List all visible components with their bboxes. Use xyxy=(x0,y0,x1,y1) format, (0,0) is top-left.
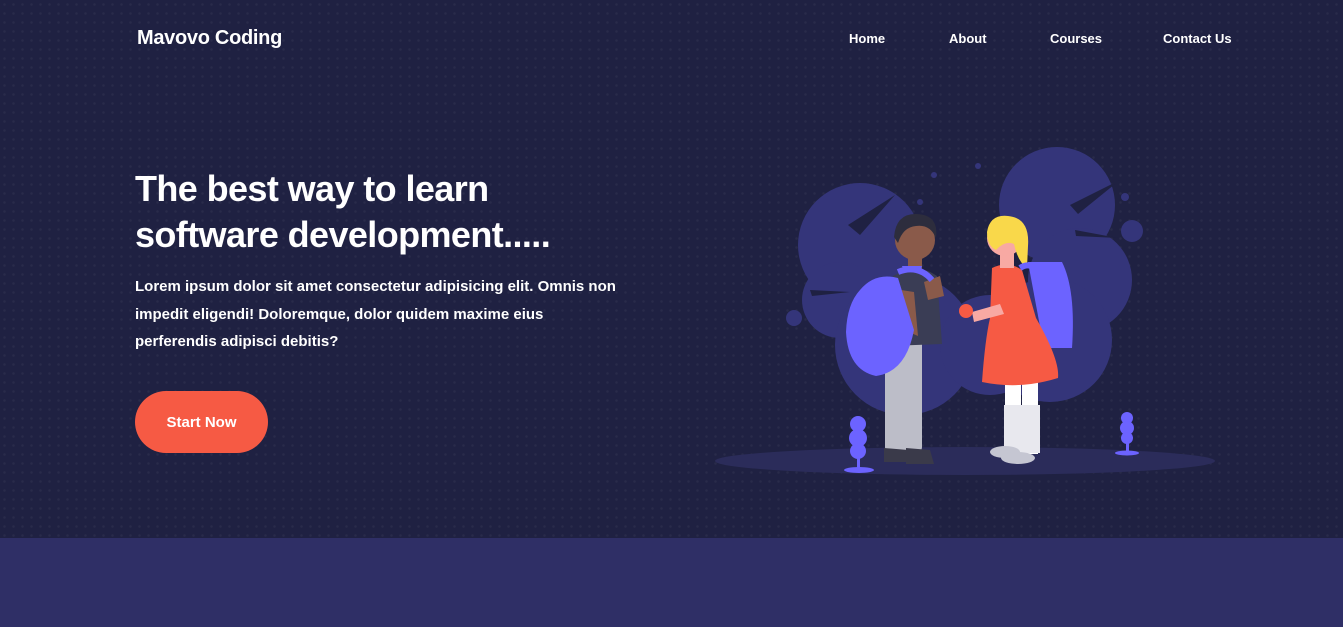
plant-right xyxy=(1115,412,1139,456)
ground-shadow xyxy=(715,447,1215,475)
next-section xyxy=(0,538,1343,627)
nav-contact-link[interactable]: Contact Us xyxy=(1163,31,1232,46)
nav-courses-link[interactable]: Courses xyxy=(1050,31,1102,46)
students-illustration xyxy=(715,147,1215,475)
hero-description: Lorem ipsum dolor sit amet consectetur a… xyxy=(135,278,616,350)
nav-about-link[interactable]: About xyxy=(949,31,987,46)
main-nav: Home About Courses Contact Us xyxy=(0,31,1343,51)
hero-title-line-1: The best way to learn xyxy=(135,168,489,209)
nav-home-link[interactable]: Home xyxy=(849,31,885,46)
hero-title-line-2: software development..... xyxy=(135,214,551,255)
hero-title: The best way to learn software developme… xyxy=(135,166,655,258)
hero-section: Mavovo Coding Home About Courses Contact… xyxy=(0,0,1343,538)
start-now-button[interactable]: Start Now xyxy=(135,391,268,453)
